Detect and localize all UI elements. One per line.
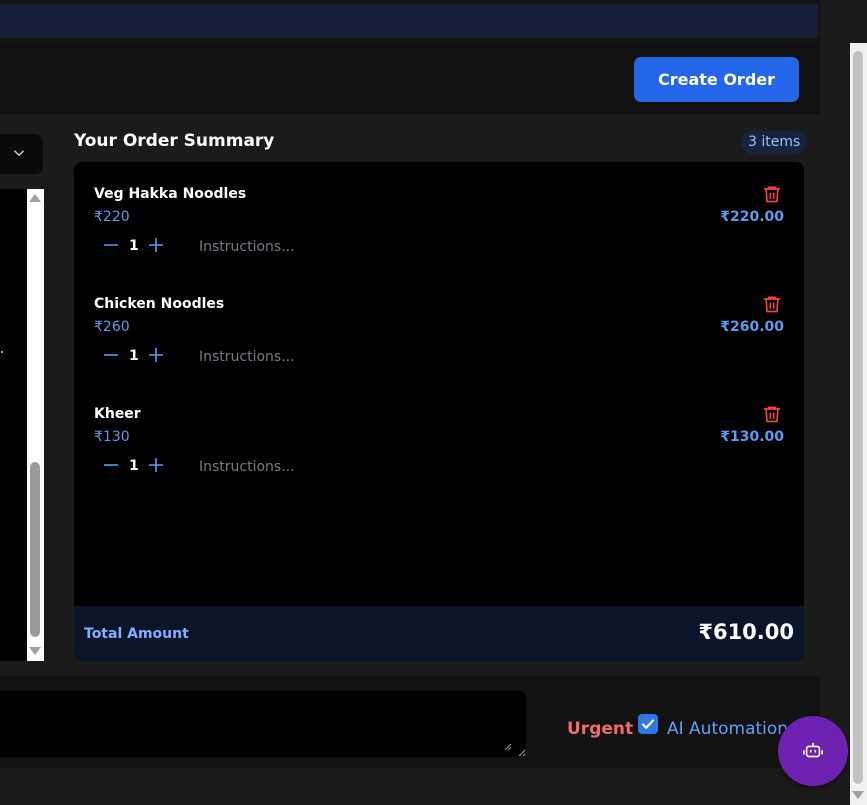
item-instructions-input[interactable] [195,236,503,258]
top-banner [0,4,818,38]
scroll-thumb[interactable] [30,462,40,637]
robot-icon [803,742,823,758]
item-quantity: 1 [129,238,139,254]
item-price: ₹220 [94,209,130,225]
item-price: ₹130 [94,429,130,445]
order-summary-panel: Veg Hakka Noodles ₹220 ₹220.00 1 Chicken… [74,162,804,661]
chevron-down-icon [13,150,25,157]
item-line-total: ₹220.00 [720,209,784,225]
item-instructions-input[interactable] [195,346,503,368]
minus-icon[interactable] [103,457,119,473]
items-count-badge: 3 items [741,131,808,154]
list-marker [1,351,3,353]
ai-automation-label[interactable]: AI Automation [667,719,788,739]
scroll-down-arrow[interactable] [29,647,41,655]
page-scroll-thumb[interactable] [853,51,863,784]
resize-grip-icon[interactable] [504,743,512,751]
order-item: Veg Hakka Noodles ₹220 ₹220.00 1 [74,162,804,262]
scroll-up-arrow[interactable] [29,194,41,202]
trash-icon[interactable] [762,403,782,425]
item-line-total: ₹260.00 [720,319,784,335]
plus-icon[interactable] [148,347,164,363]
order-summary-title: Your Order Summary [74,131,275,151]
total-amount-value: ₹610.00 [698,620,794,644]
minus-icon[interactable] [103,347,119,363]
page-scrollbar[interactable] [850,43,867,805]
order-item: Chicken Noodles ₹260 ₹260.00 1 [74,272,804,372]
page-scroll-down-arrow[interactable] [852,791,864,799]
minus-icon[interactable] [103,237,119,253]
plus-icon[interactable] [148,457,164,473]
bottom-strip [0,768,867,805]
item-line-total: ₹130.00 [720,429,784,445]
item-name: Kheer [94,406,141,422]
total-bar: Total Amount ₹610.00 [74,606,804,661]
trash-icon[interactable] [762,183,782,205]
item-price: ₹260 [94,319,130,335]
menu-list[interactable] [0,189,27,661]
checkmark-icon [641,719,655,729]
create-order-button[interactable]: Create Order [634,57,799,102]
item-name: Chicken Noodles [94,296,225,312]
trash-icon[interactable] [762,293,782,315]
top-bar [0,0,820,43]
ai-automation-checkbox[interactable] [638,714,658,734]
plus-icon[interactable] [148,237,164,253]
item-instructions-input[interactable] [195,456,503,478]
order-item: Kheer ₹130 ₹130.00 1 [74,382,804,482]
item-name: Veg Hakka Noodles [94,186,247,202]
menu-list-scrollbar[interactable] [27,189,44,661]
item-quantity: 1 [129,348,139,364]
ai-assistant-button[interactable] [778,716,848,786]
category-select[interactable] [0,134,43,174]
total-amount-label: Total Amount [84,626,189,642]
item-quantity: 1 [129,458,139,474]
order-notes-textarea[interactable] [0,691,526,757]
urgent-label[interactable]: Urgent [567,719,633,739]
